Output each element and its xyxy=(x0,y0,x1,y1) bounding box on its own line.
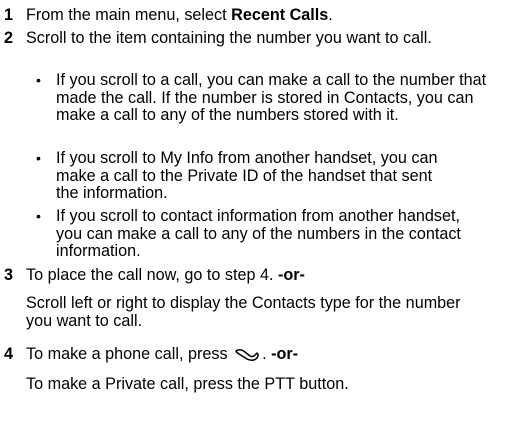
step-number: 2 xyxy=(4,29,14,47)
step-text: From the main menu, select Recent Calls. xyxy=(26,6,504,25)
bullet-text: If you scroll to contact information fro… xyxy=(56,207,461,261)
bullet-text: If you scroll to a call, you can make a … xyxy=(56,71,487,125)
step-number: 3 xyxy=(4,266,14,284)
bullet-icon: • xyxy=(36,72,41,88)
bullet-text: If you scroll to My Info from another ha… xyxy=(56,149,438,203)
bullet-item-contact-info: • If you scroll to contact information f… xyxy=(36,207,466,261)
or-separator: -or- xyxy=(277,266,305,284)
step-number: 1 xyxy=(4,6,14,24)
step-text-pre: To make a phone call, press xyxy=(26,345,233,363)
step-number: 4 xyxy=(4,345,14,363)
bullet-item-my-info: • If you scroll to My Info from another … xyxy=(36,149,456,203)
or-separator: -or- xyxy=(271,345,299,363)
step-3: 3 To place the call now, go to step 4. -… xyxy=(0,266,504,285)
step-text-main: To place the call now, go to step 4. xyxy=(26,266,278,284)
bullet-icon: • xyxy=(36,208,41,224)
bullet-item-call: • If you scroll to a call, you can make … xyxy=(36,71,496,125)
step-text: To place the call now, go to step 4. -or… xyxy=(26,266,504,285)
instruction-page: 1 From the main menu, select Recent Call… xyxy=(0,0,507,447)
step-text: Scroll to the item containing the number… xyxy=(26,29,432,47)
step-text-post: . xyxy=(328,6,333,24)
bullet-icon: • xyxy=(36,150,41,166)
step-4: 4 To make a phone call, press . -or- xyxy=(0,345,504,367)
step-4-alternative: To make a Private call, press the PTT bu… xyxy=(26,375,349,393)
step-1: 1 From the main menu, select Recent Call… xyxy=(0,6,504,25)
step-text-post: . xyxy=(262,345,272,363)
menu-item-recent-calls: Recent Calls xyxy=(231,6,329,24)
step-3-alternative: Scroll left or right to display the Cont… xyxy=(26,294,461,330)
step-2: 2 Scroll to the item containing the numb… xyxy=(0,29,496,48)
phone-send-icon xyxy=(233,346,261,367)
step-text-pre: From the main menu, select xyxy=(26,6,232,24)
step-text: To make a phone call, press . -or- xyxy=(26,345,504,367)
